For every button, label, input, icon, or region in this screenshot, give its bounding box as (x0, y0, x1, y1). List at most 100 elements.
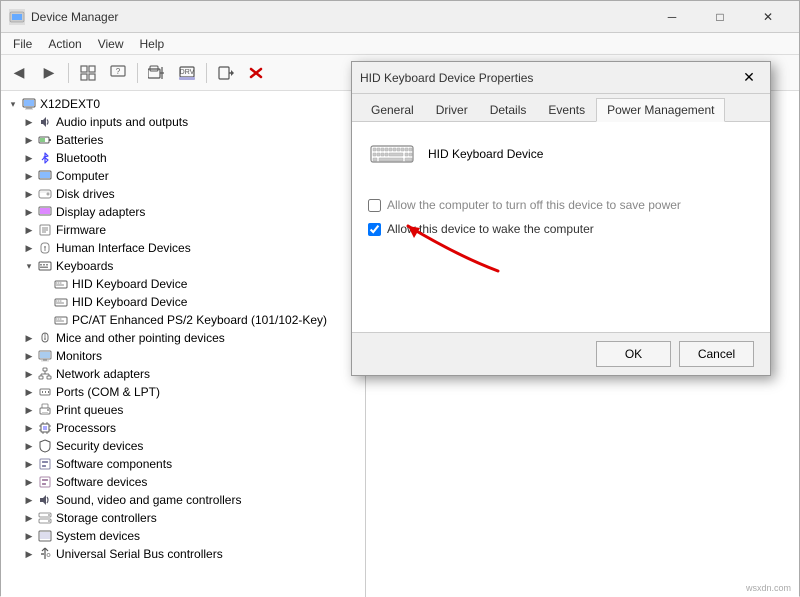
audio-icon (37, 114, 53, 130)
menu-action[interactable]: Action (40, 35, 89, 53)
expand-firmware[interactable]: ▶ (21, 222, 37, 238)
tree-label-computer: Computer (56, 169, 113, 183)
tree-item-hid-kbd-1[interactable]: ▶ HID Keyboard Device (1, 275, 365, 293)
back-button[interactable]: ◀ (5, 59, 33, 87)
tree-item-batteries[interactable]: ▶ Batteries (1, 131, 365, 149)
tree-item-disk[interactable]: ▶ Disk drives (1, 185, 365, 203)
tree-label-display: Display adapters (56, 205, 149, 219)
tree-label-software-dev: Software devices (56, 475, 151, 489)
dialog-title: HID Keyboard Device Properties (360, 71, 736, 85)
update-driver-button[interactable]: DRV (173, 59, 201, 87)
expand-mice[interactable]: ▶ (21, 330, 37, 346)
expand-software-comp[interactable]: ▶ (21, 456, 37, 472)
show-hidden-button[interactable] (74, 59, 102, 87)
tree-label-network: Network adapters (56, 367, 154, 381)
pcat-kbd-icon (53, 312, 69, 328)
expand-root[interactable]: ▾ (5, 96, 21, 112)
tree-item-computer[interactable]: ▶ Computer (1, 167, 365, 185)
tab-power-management[interactable]: Power Management (596, 98, 725, 122)
expand-disk[interactable]: ▶ (21, 186, 37, 202)
expand-software-dev[interactable]: ▶ (21, 474, 37, 490)
ports-icon (37, 384, 53, 400)
tree-item-pcat-kbd[interactable]: ▶ PC/AT Enhanced PS/2 Keyboard (101/102-… (1, 311, 365, 329)
tree-item-system[interactable]: ▶ System devices (1, 527, 365, 545)
scan-hardware-button[interactable] (212, 59, 240, 87)
expand-computer[interactable]: ▶ (21, 168, 37, 184)
expand-ports[interactable]: ▶ (21, 384, 37, 400)
tree-label-root: X12DEXT0 (40, 97, 104, 111)
menu-file[interactable]: File (5, 35, 40, 53)
properties-button[interactable] (143, 59, 171, 87)
tree-item-print[interactable]: ▶ Print queues (1, 401, 365, 419)
tree-item-firmware[interactable]: ▶ Firmware (1, 221, 365, 239)
software-comp-icon (37, 456, 53, 472)
tree-label-sound: Sound, video and game controllers (56, 493, 245, 507)
menu-help[interactable]: Help (132, 35, 173, 53)
tree-item-mice[interactable]: ▶ Mice and other pointing devices (1, 329, 365, 347)
expand-hid[interactable]: ▶ (21, 240, 37, 256)
cancel-button[interactable]: Cancel (679, 341, 754, 367)
expand-storage[interactable]: ▶ (21, 510, 37, 526)
expand-keyboards[interactable]: ▾ (21, 258, 37, 274)
tab-driver[interactable]: Driver (425, 98, 479, 122)
tree-label-software-comp: Software components (56, 457, 176, 471)
tree-item-display[interactable]: ▶ Display adapters (1, 203, 365, 221)
expand-network[interactable]: ▶ (21, 366, 37, 382)
tree-item-hid[interactable]: ▶ Human Interface Devices (1, 239, 365, 257)
tree-panel[interactable]: ▾ X12DEXT0 ▶ Audio inputs and outputs ▶ (1, 91, 366, 597)
tree-label-audio: Audio inputs and outputs (56, 115, 192, 129)
maximize-button[interactable]: □ (697, 1, 743, 33)
tree-item-root[interactable]: ▾ X12DEXT0 (1, 95, 365, 113)
tab-general[interactable]: General (360, 98, 425, 122)
uninstall-button[interactable] (242, 59, 270, 87)
tree-item-monitors[interactable]: ▶ Monitors (1, 347, 365, 365)
tree-item-sound[interactable]: ▶ Sound, video and game controllers (1, 491, 365, 509)
title-bar: Device Manager ─ □ ✕ (1, 1, 799, 33)
minimize-button[interactable]: ─ (649, 1, 695, 33)
expand-usb[interactable]: ▶ (21, 546, 37, 562)
tree-item-security[interactable]: ▶ Security devices (1, 437, 365, 455)
ok-button[interactable]: OK (596, 341, 671, 367)
tree-label-hid-kbd-1: HID Keyboard Device (72, 277, 191, 291)
help-button[interactable]: ? (104, 59, 132, 87)
tree-item-ports[interactable]: ▶ Ports (COM & LPT) (1, 383, 365, 401)
window-controls: ─ □ ✕ (649, 1, 791, 33)
tree-item-software-comp[interactable]: ▶ Software components (1, 455, 365, 473)
hid-kbd-2-icon (53, 294, 69, 310)
expand-processors[interactable]: ▶ (21, 420, 37, 436)
tree-item-keyboards[interactable]: ▾ Keyboards (1, 257, 365, 275)
tree-item-usb[interactable]: ▶ Universal Serial Bus controllers (1, 545, 365, 563)
dialog-close-button[interactable]: ✕ (736, 65, 762, 91)
monitors-icon (37, 348, 53, 364)
expand-bluetooth[interactable]: ▶ (21, 150, 37, 166)
dialog-tabs: General Driver Details Events Power Mana… (352, 94, 770, 122)
tree-item-storage[interactable]: ▶ Storage controllers (1, 509, 365, 527)
processors-icon (37, 420, 53, 436)
expand-audio[interactable]: ▶ (21, 114, 37, 130)
close-button[interactable]: ✕ (745, 1, 791, 33)
watermark: wsxdn.com (746, 583, 791, 593)
tree-label-bluetooth: Bluetooth (56, 151, 111, 165)
forward-button[interactable]: ▶ (35, 59, 63, 87)
tree-label-processors: Processors (56, 421, 120, 435)
tree-item-hid-kbd-2[interactable]: ▶ HID Keyboard Device (1, 293, 365, 311)
tab-events[interactable]: Events (537, 98, 596, 122)
sound-icon (37, 492, 53, 508)
network-icon (37, 366, 53, 382)
tree-item-processors[interactable]: ▶ Processors (1, 419, 365, 437)
tree-item-software-dev[interactable]: ▶ Software devices (1, 473, 365, 491)
menu-view[interactable]: View (90, 35, 132, 53)
app-icon (9, 9, 25, 25)
tree-item-bluetooth[interactable]: ▶ Bluetooth (1, 149, 365, 167)
expand-sound[interactable]: ▶ (21, 492, 37, 508)
expand-display[interactable]: ▶ (21, 204, 37, 220)
tree-item-audio[interactable]: ▶ Audio inputs and outputs (1, 113, 365, 131)
expand-system[interactable]: ▶ (21, 528, 37, 544)
expand-batteries[interactable]: ▶ (21, 132, 37, 148)
expand-security[interactable]: ▶ (21, 438, 37, 454)
tab-details[interactable]: Details (479, 98, 538, 122)
expand-monitors[interactable]: ▶ (21, 348, 37, 364)
expand-print[interactable]: ▶ (21, 402, 37, 418)
arrow-annotation (368, 246, 754, 316)
tree-item-network[interactable]: ▶ Network adapters (1, 365, 365, 383)
